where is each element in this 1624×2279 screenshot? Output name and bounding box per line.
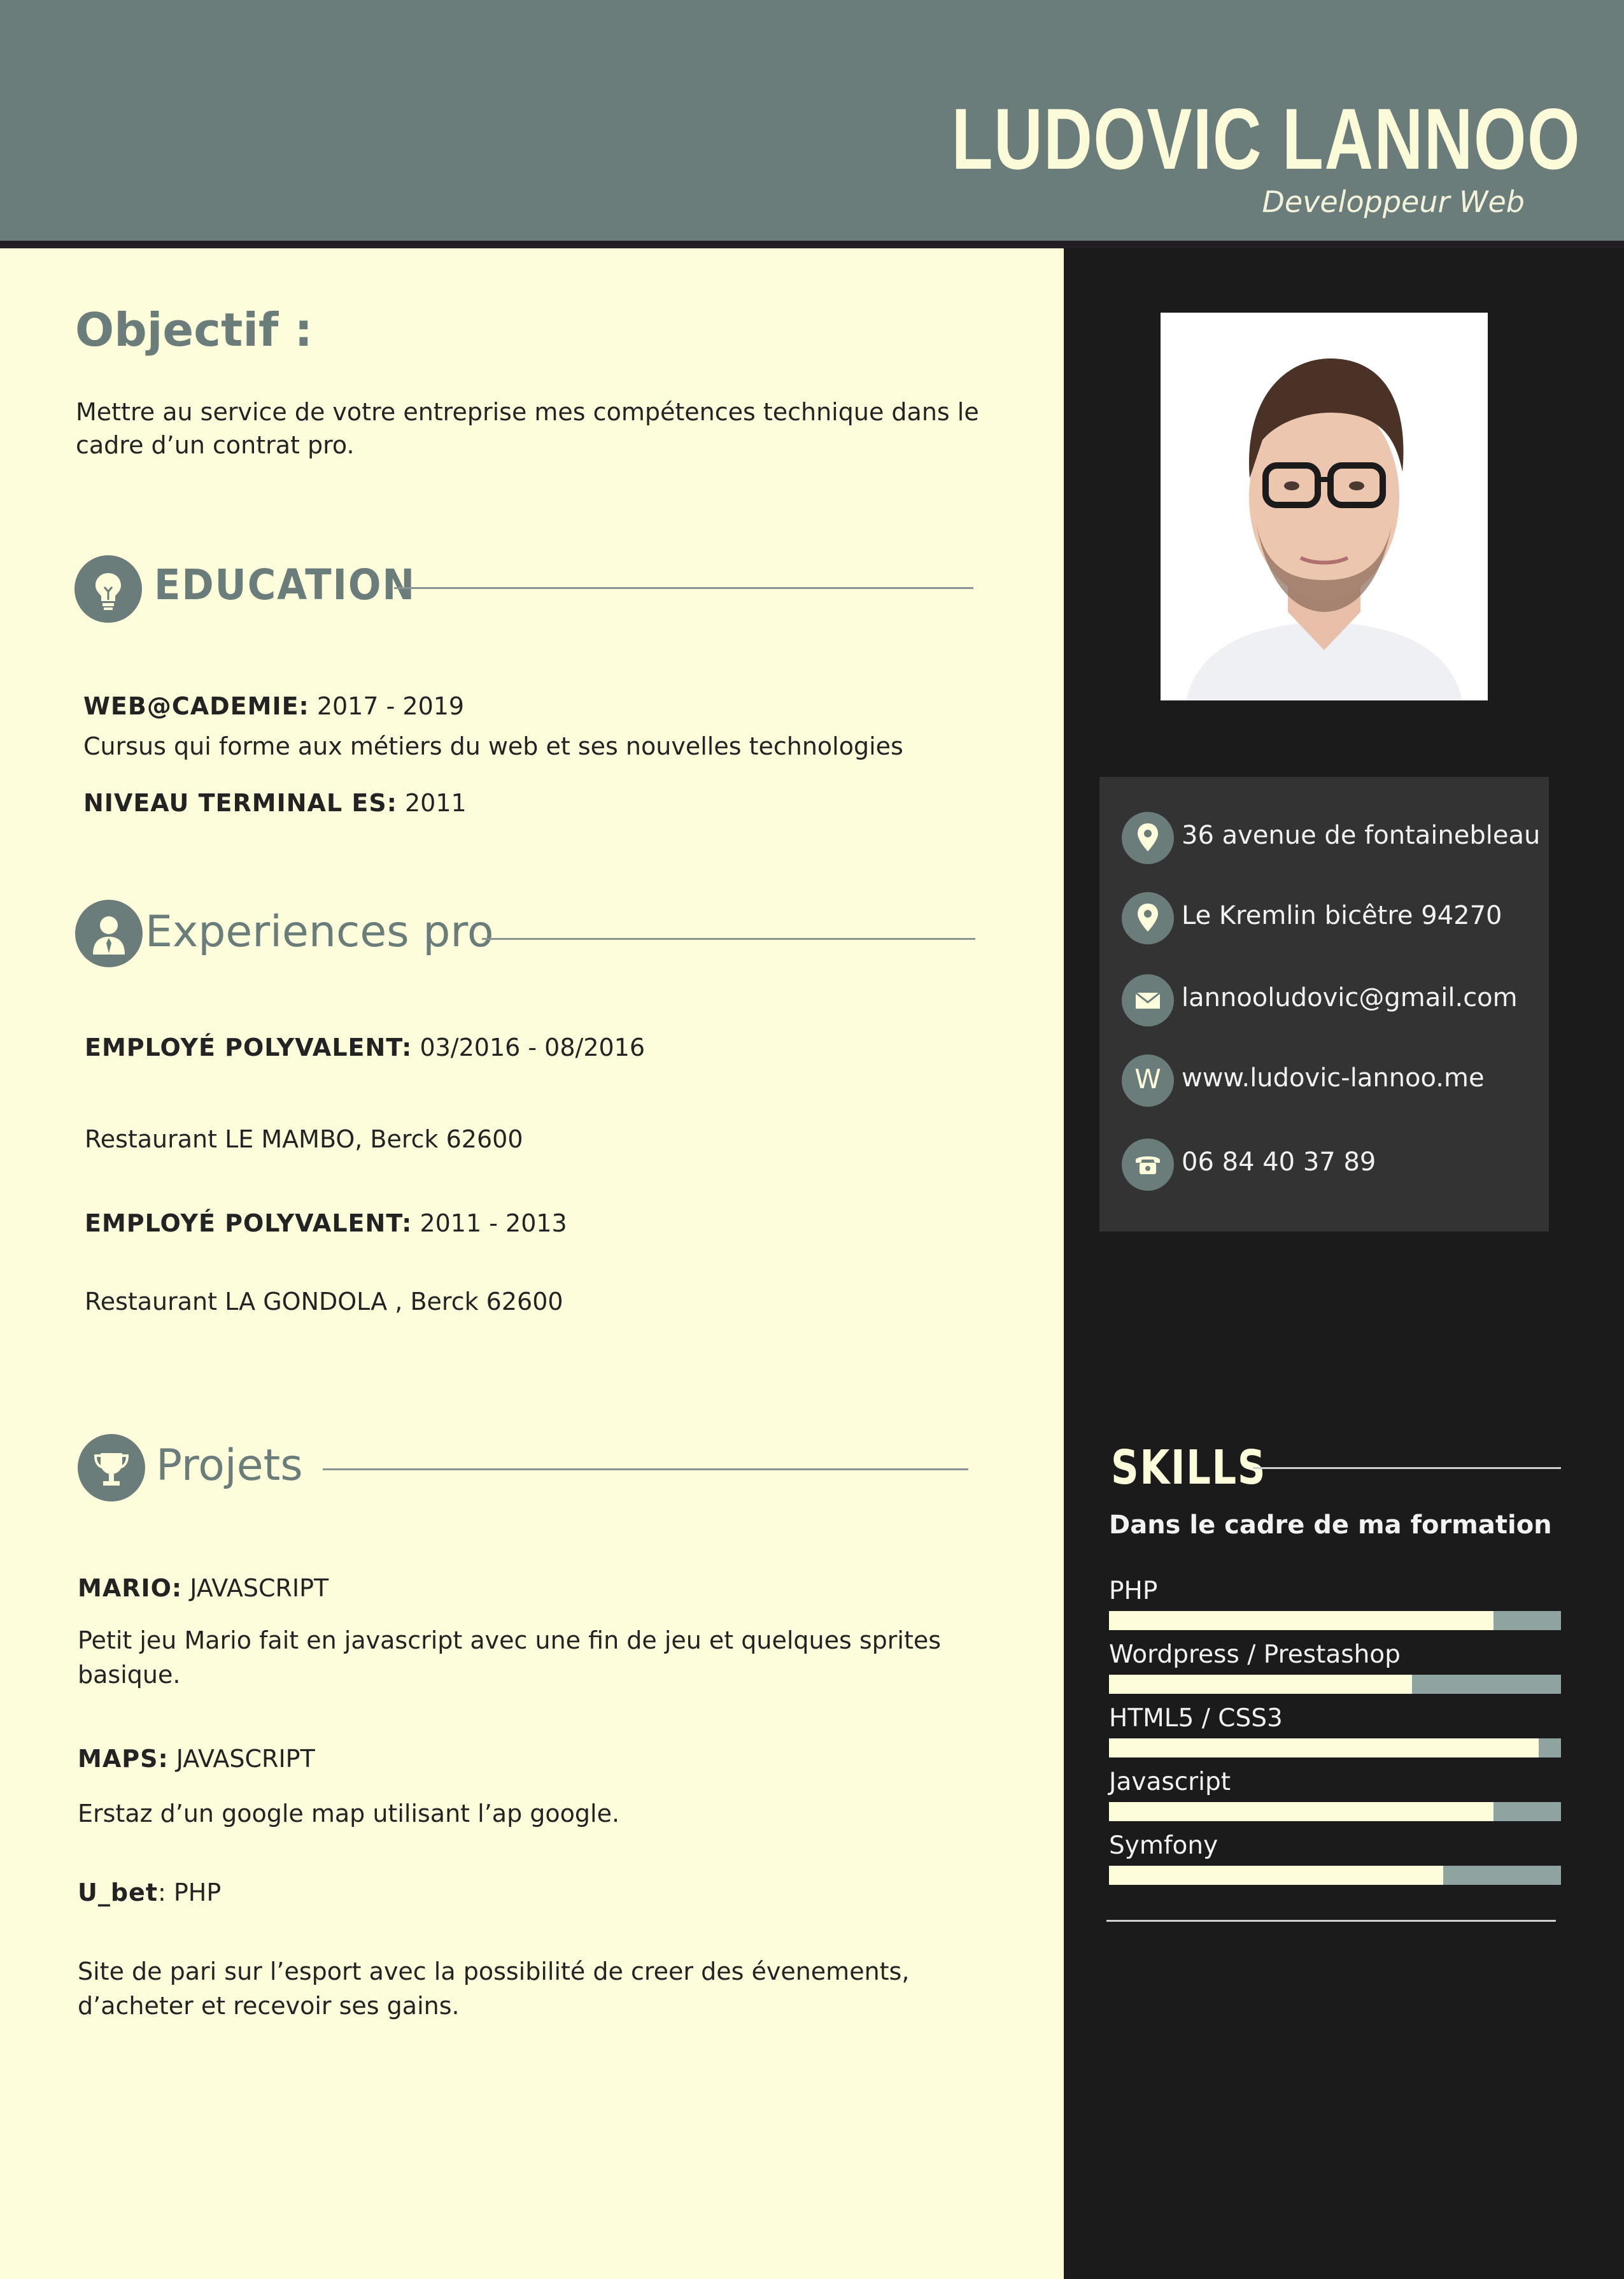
skill-symfony-fill bbox=[1109, 1866, 1444, 1885]
education-item-1-desc: Cursus qui forme aux métiers du web et s… bbox=[83, 732, 903, 760]
skill-wordpress-bar bbox=[1109, 1675, 1561, 1694]
education-item-1-dates: 2017 - 2019 bbox=[309, 692, 465, 720]
skill-php-bar bbox=[1109, 1611, 1561, 1630]
person-name: LUDOVIC LANNOO bbox=[951, 90, 1581, 187]
experiences-title: Experiences pro bbox=[145, 907, 494, 957]
location-pin-icon bbox=[1122, 892, 1174, 944]
projets-title: Projets bbox=[156, 1440, 303, 1491]
contact-address-line1-text: 36 avenue de fontainebleau bbox=[1182, 821, 1541, 850]
skill-wordpress-fill bbox=[1109, 1675, 1412, 1694]
skills-end-divider bbox=[1106, 1920, 1556, 1922]
skill-php-fill bbox=[1109, 1611, 1493, 1630]
project-item-2-name: MAPS: bbox=[78, 1745, 169, 1773]
contact-phone-text[interactable]: 06 84 40 37 89 bbox=[1182, 1147, 1376, 1177]
skill-html-css-label: HTML5 / CSS3 bbox=[1109, 1704, 1283, 1733]
contact-website-text[interactable]: www.ludovic-lannoo.me bbox=[1182, 1063, 1485, 1093]
project-item-1-desc-line2: basique. bbox=[78, 1661, 181, 1689]
project-item-3-desc-line2: d’acheter et recevoir ses gains. bbox=[78, 1992, 460, 2020]
profile-photo bbox=[1161, 313, 1488, 700]
skill-javascript-fill bbox=[1109, 1802, 1493, 1821]
education-item-2-dates: 2011 bbox=[397, 789, 467, 817]
education-item-1-label: WEB@CADEMIE: bbox=[83, 692, 309, 720]
businessman-icon bbox=[75, 900, 143, 967]
skill-wordpress-label: Wordpress / Prestashop bbox=[1109, 1640, 1401, 1669]
project-item-1: MARIO: JAVASCRIPT bbox=[78, 1572, 328, 1605]
skills-title: SKILLS bbox=[1111, 1440, 1267, 1495]
project-item-2-tech: JAVASCRIPT bbox=[168, 1745, 315, 1773]
contact-address-line2-text: Le Kremlin bicêtre 94270 bbox=[1182, 901, 1502, 930]
education-item-2-label: NIVEAU TERMINAL ES: bbox=[83, 789, 397, 817]
skills-subtitle: Dans le cadre de ma formation bbox=[1109, 1510, 1552, 1540]
web-icon-glyph: W bbox=[1134, 1063, 1161, 1095]
project-item-3-desc-line1: Site de pari sur l’esport avec la possib… bbox=[78, 1957, 910, 1985]
skill-symfony-bar bbox=[1109, 1866, 1561, 1885]
objectif-text-line2: cadre d’un contrat pro. bbox=[76, 431, 355, 459]
job-title: Developpeur Web bbox=[1262, 185, 1525, 219]
education-item-1: WEB@CADEMIE: 2017 - 2019 bbox=[83, 690, 464, 723]
objectif-text-line1: Mettre au service de votre entreprise me… bbox=[76, 398, 979, 426]
phone-icon bbox=[1122, 1139, 1174, 1191]
envelope-icon bbox=[1122, 974, 1174, 1026]
experience-item-1-role: EMPLOYÉ POLYVALENT: bbox=[85, 1033, 413, 1061]
trophy-icon bbox=[78, 1434, 145, 1502]
skills-divider bbox=[1253, 1467, 1561, 1469]
experience-item-1-place: Restaurant LE MAMBO, Berck 62600 bbox=[85, 1125, 523, 1153]
education-divider bbox=[394, 587, 973, 589]
project-item-3: U_bet: PHP bbox=[78, 1876, 221, 1909]
experience-item-2: EMPLOYÉ POLYVALENT: 2011 - 2013 bbox=[85, 1207, 567, 1240]
header-divider bbox=[0, 241, 1624, 248]
project-item-2-desc: Erstaz d’un google map utilisant l’ap go… bbox=[78, 1800, 620, 1828]
project-item-1-tech: JAVASCRIPT bbox=[182, 1574, 329, 1602]
lightbulb-icon bbox=[74, 555, 142, 623]
experience-item-2-dates: 2011 - 2013 bbox=[412, 1209, 567, 1237]
experience-item-1: EMPLOYÉ POLYVALENT: 03/2016 - 08/2016 bbox=[85, 1031, 645, 1064]
project-item-1-desc-line1: Petit jeu Mario fait en javascript avec … bbox=[78, 1626, 942, 1654]
skill-javascript-label: Javascript bbox=[1109, 1768, 1231, 1796]
projets-divider bbox=[323, 1468, 968, 1470]
experience-item-2-role: EMPLOYÉ POLYVALENT: bbox=[85, 1209, 413, 1237]
objectif-title: Objectif : bbox=[75, 303, 313, 357]
contact-email-text[interactable]: lannooludovic@gmail.com bbox=[1182, 983, 1518, 1012]
project-item-1-name: MARIO: bbox=[78, 1574, 183, 1602]
education-title: EDUCATION bbox=[154, 560, 416, 609]
skill-html-css-bar bbox=[1109, 1738, 1561, 1757]
project-item-3-tech: : PHP bbox=[158, 1878, 222, 1906]
skill-symfony-label: Symfony bbox=[1109, 1831, 1218, 1860]
skill-php-label: PHP bbox=[1109, 1577, 1158, 1605]
project-item-3-name: U_bet bbox=[78, 1878, 158, 1906]
skill-javascript-bar bbox=[1109, 1802, 1561, 1821]
skill-html-css-fill bbox=[1109, 1738, 1539, 1757]
location-pin-icon bbox=[1122, 812, 1174, 864]
experience-item-1-dates: 03/2016 - 08/2016 bbox=[412, 1033, 646, 1061]
web-icon: W bbox=[1122, 1054, 1174, 1107]
education-item-2: NIVEAU TERMINAL ES: 2011 bbox=[83, 786, 467, 820]
experience-item-2-place: Restaurant LA GONDOLA , Berck 62600 bbox=[85, 1288, 563, 1316]
project-item-2: MAPS: JAVASCRIPT bbox=[78, 1742, 315, 1775]
experiences-divider bbox=[482, 938, 975, 940]
